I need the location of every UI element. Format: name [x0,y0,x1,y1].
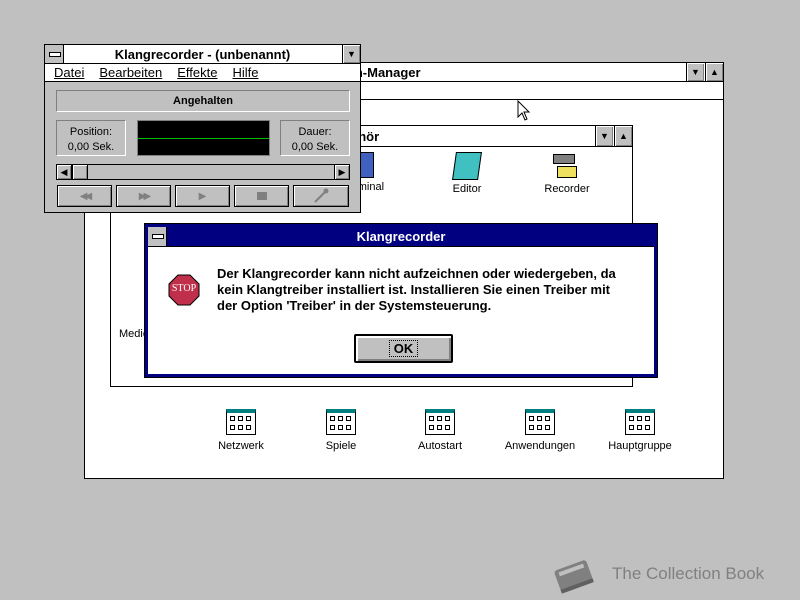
scroll-right-button[interactable]: ▶ [334,164,350,180]
dialog-title: Klangrecorder [356,229,446,244]
play-button[interactable]: ▶ [175,185,230,207]
dialog-message: Der Klangrecorder kann nicht aufzeichnen… [217,266,616,313]
program-group-icon [525,409,555,435]
notepad-icon [452,152,482,180]
group-hauptgruppe[interactable]: Hauptgruppe [590,409,690,452]
position-panel: Position: 0,00 Sek. [56,120,126,156]
menu-bearbeiten[interactable]: Bearbeiten [99,65,162,80]
status-panel: Angehalten [56,90,350,112]
rewind-icon: ◀◀ [79,190,93,202]
scroll-left-button[interactable]: ◀ [56,164,72,180]
group-autostart[interactable]: Autostart [390,409,490,452]
accessories-minimize-button[interactable]: ▼ [595,126,613,146]
length-label: Dauer: [298,126,332,138]
sound-recorder-window: Klangrecorder - (unbenannt) ▼ Datei Bear… [44,44,361,213]
dialog-titlebar[interactable]: Klangrecorder [148,227,654,247]
length-value: 0,00 Sek. [291,141,339,153]
sound-recorder-menubar: Datei Bearbeiten Effekte Hilfe [45,64,360,82]
position-value: 0,00 Sek. [67,141,115,153]
stop-icon [256,192,267,200]
group-netzwerk[interactable]: Netzwerk [191,409,291,452]
waveform-line [138,138,269,139]
stop-icon: STOP [168,274,200,306]
recorder-icon [551,152,583,180]
ok-button[interactable]: OK [354,334,453,363]
status-text: Angehalten [173,95,233,107]
recorder-program[interactable]: Recorder [517,152,617,195]
program-group-icon [425,409,455,435]
sound-recorder-titlebar[interactable]: Klangrecorder - (unbenannt) [45,45,360,64]
position-scrollbar[interactable]: ◀ ▶ [56,164,350,180]
watermark: The Collection Book [548,552,788,596]
menu-datei[interactable]: Datei [54,65,84,80]
stop-icon-label: STOP [171,283,197,294]
maximize-button[interactable]: ▲ [705,63,723,81]
play-icon: ▶ [198,190,207,202]
fast-forward-icon: ▶▶ [138,190,152,202]
minimize-button[interactable]: ▼ [686,63,704,81]
sound-recorder-system-menu[interactable] [45,45,64,63]
book-icon [554,560,594,594]
program-group-icon [326,409,356,435]
editor-program[interactable]: Editor [417,152,517,195]
program-group-icon [625,409,655,435]
fast-forward-button[interactable]: ▶▶ [116,185,171,207]
error-dialog: Klangrecorder STOP Der Klangrecorder kan… [144,223,658,378]
group-spiele[interactable]: Spiele [291,409,391,452]
record-icon [314,188,329,203]
dialog-system-menu[interactable] [148,227,167,246]
program-group-icon [226,409,256,435]
accessories-maximize-button[interactable]: ▲ [614,126,632,146]
record-button[interactable] [293,185,349,207]
length-panel: Dauer: 0,00 Sek. [280,120,350,156]
group-anwendungen[interactable]: Anwendungen [490,409,590,452]
mouse-cursor-icon [517,100,531,121]
stop-button[interactable] [234,185,289,207]
position-label: Position: [69,126,113,138]
waveform-display [137,120,270,156]
scroll-thumb[interactable] [72,164,88,180]
menu-hilfe[interactable]: Hilfe [232,65,258,80]
watermark-text: The Collection Book [612,564,765,583]
sound-recorder-minimize-button[interactable]: ▼ [342,45,360,63]
rewind-button[interactable]: ◀◀ [57,185,112,207]
sound-recorder-title: Klangrecorder - (unbenannt) [114,46,291,62]
menu-effekte[interactable]: Effekte [177,65,217,80]
